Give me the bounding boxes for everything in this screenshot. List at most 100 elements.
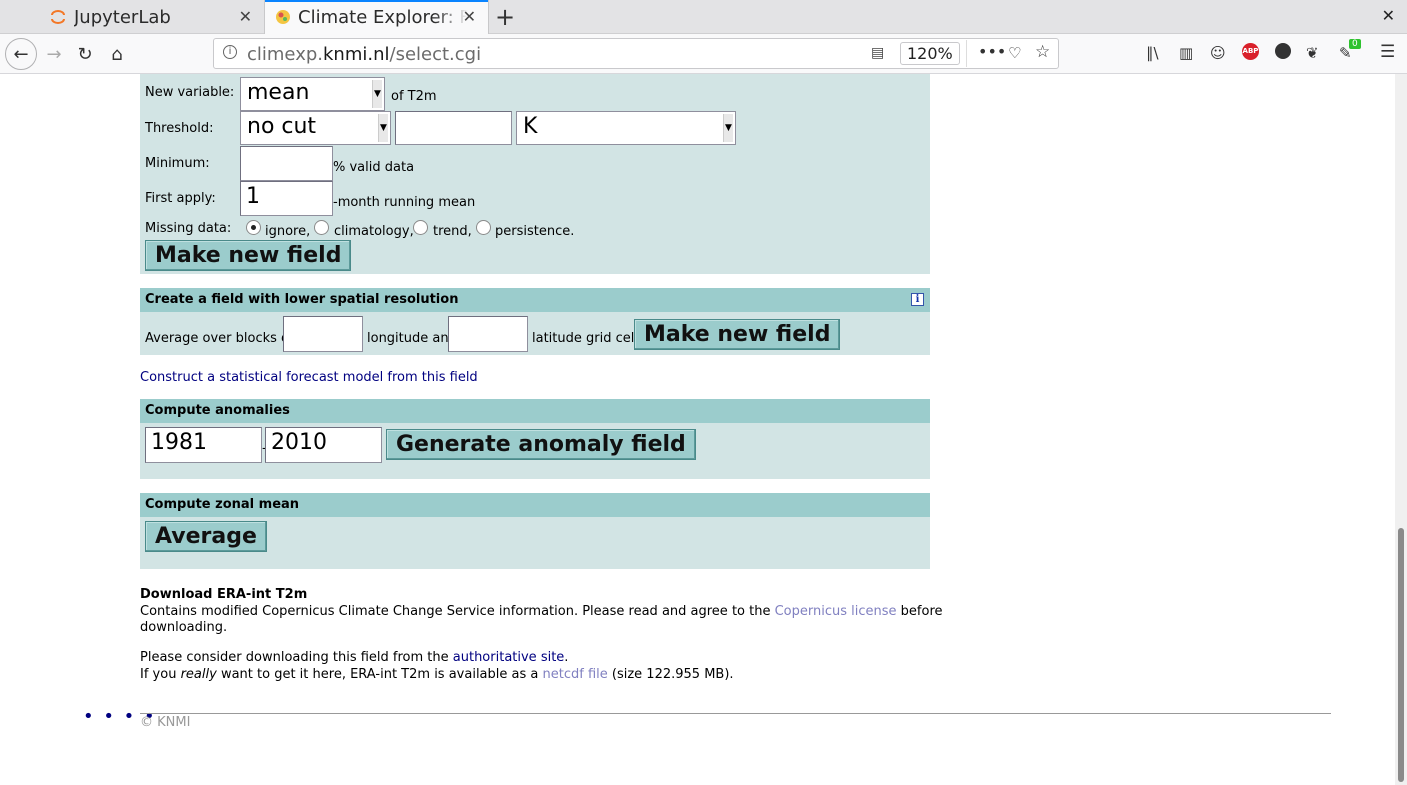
netcdf-text-a: If you bbox=[140, 667, 177, 682]
latitude-label: latitude grid cells bbox=[532, 331, 645, 346]
radio-ignore-label: ignore, bbox=[265, 224, 311, 239]
info-icon[interactable]: i bbox=[911, 293, 924, 306]
copernicus-license-link[interactable]: Copernicus license bbox=[775, 604, 897, 619]
url-text: climexp.knmi.nl/select.cgi bbox=[247, 44, 482, 65]
sidebar-icon[interactable]: ▥ bbox=[1179, 44, 1193, 62]
site-info-icon[interactable]: i bbox=[223, 45, 237, 59]
climate-explorer-icon bbox=[276, 10, 290, 24]
netcdf-file-link[interactable]: netcdf file bbox=[543, 667, 608, 682]
separator bbox=[966, 40, 967, 67]
tab-jupyterlab[interactable]: JupyterLab ✕ bbox=[40, 0, 264, 34]
new-variable-select[interactable]: mean ▼ bbox=[240, 77, 385, 111]
authoritative-text: Please consider downloading this field f… bbox=[140, 650, 568, 665]
threshold-unit-select[interactable]: K ▼ bbox=[516, 111, 736, 145]
first-apply-input[interactable]: 1 bbox=[240, 181, 333, 216]
longitude-label: longitude and bbox=[367, 331, 457, 346]
dropdown-arrow-icon: ▼ bbox=[723, 114, 733, 142]
page-content: New variable: mean ▼ of T2m Threshold: n… bbox=[0, 74, 1395, 785]
minimum-label: Minimum: bbox=[145, 156, 210, 171]
anomaly-end-year-input[interactable]: 2010 bbox=[265, 427, 382, 463]
page-actions-icon[interactable]: ••• bbox=[978, 42, 1006, 61]
download-text-line2: downloading. bbox=[140, 620, 228, 635]
lower-resolution-header: Create a field with lower spatial resolu… bbox=[140, 288, 930, 312]
tab-climate-explorer[interactable]: Climate Explorer: F ✕ bbox=[264, 0, 489, 34]
zoom-level[interactable]: 120% bbox=[900, 42, 960, 65]
radio-trend[interactable] bbox=[413, 220, 428, 235]
radio-ignore[interactable] bbox=[246, 220, 261, 235]
make-new-field-lowres-button[interactable]: Make new field bbox=[634, 319, 841, 350]
pocket-icon[interactable]: ♡ bbox=[1008, 44, 1021, 62]
window-close-icon[interactable]: ✕ bbox=[1382, 6, 1395, 25]
make-new-field-button[interactable]: Make new field bbox=[145, 240, 352, 271]
radio-climatology[interactable] bbox=[314, 220, 329, 235]
radio-persistence-label: persistence. bbox=[495, 224, 575, 239]
forward-icon[interactable]: → bbox=[40, 40, 68, 68]
download-title: Download ERA-int T2m bbox=[140, 587, 308, 602]
copernicus-text: Contains modified Copernicus Climate Cha… bbox=[140, 604, 771, 619]
jupyter-icon bbox=[51, 10, 65, 24]
anomalies-header: Compute anomalies bbox=[140, 399, 930, 423]
minimum-input[interactable] bbox=[240, 146, 333, 181]
anomalies-title: Compute anomalies bbox=[145, 403, 290, 418]
missing-data-label: Missing data: bbox=[145, 221, 232, 236]
zonal-title: Compute zonal mean bbox=[145, 497, 300, 512]
addon-paw-icon[interactable]: ❦ bbox=[1306, 44, 1319, 62]
average-blocks-label: Average over blocks of bbox=[145, 331, 294, 346]
netcdf-text-em: really bbox=[180, 667, 217, 682]
period: . bbox=[564, 650, 569, 665]
threshold-cut-value: no cut bbox=[247, 114, 317, 139]
forecast-model-link[interactable]: Construct a statistical forecast model f… bbox=[140, 370, 478, 385]
copyright: © KNMI bbox=[140, 715, 191, 730]
new-variable-label: New variable: bbox=[145, 85, 235, 100]
back-icon[interactable]: ← bbox=[5, 38, 37, 70]
dropdown-arrow-icon: ▼ bbox=[378, 114, 388, 142]
authoritative-site-link[interactable]: authoritative site bbox=[453, 650, 565, 665]
url-bar[interactable]: i climexp.knmi.nl/select.cgi ▤ 120% ••• … bbox=[213, 38, 1059, 69]
library-icon[interactable]: ∥\ bbox=[1146, 44, 1159, 62]
radio-climatology-label: climatology, bbox=[334, 224, 414, 239]
generate-anomaly-button[interactable]: Generate anomaly field bbox=[386, 429, 696, 460]
navigation-bar: ← → ↻ ⌂ i climexp.knmi.nl/select.cgi ▤ 1… bbox=[0, 34, 1407, 74]
zonal-header: Compute zonal mean bbox=[140, 493, 930, 517]
tab-label: JupyterLab bbox=[74, 6, 171, 28]
tab-label: Climate Explorer: F bbox=[298, 6, 468, 28]
threshold-label: Threshold: bbox=[145, 121, 214, 136]
lower-resolution-title: Create a field with lower spatial resolu… bbox=[145, 292, 459, 307]
addon-face-icon[interactable]: ☺ bbox=[1210, 44, 1226, 62]
new-variable-suffix: of T2m bbox=[391, 89, 437, 104]
first-apply-label: First apply: bbox=[145, 191, 216, 206]
threshold-cut-select[interactable]: no cut ▼ bbox=[240, 111, 391, 145]
reader-view-icon[interactable]: ▤ bbox=[871, 45, 884, 61]
latitude-blocks-input[interactable] bbox=[448, 316, 528, 352]
new-tab-icon[interactable]: + bbox=[495, 3, 515, 31]
average-button[interactable]: Average bbox=[145, 521, 267, 552]
radio-trend-label: trend, bbox=[433, 224, 472, 239]
new-variable-value: mean bbox=[247, 80, 310, 105]
scrollbar-thumb[interactable] bbox=[1398, 528, 1404, 782]
vertical-scrollbar[interactable] bbox=[1395, 74, 1407, 785]
close-tab-icon[interactable]: ✕ bbox=[239, 7, 252, 26]
threshold-unit-value: K bbox=[523, 114, 538, 139]
bookmark-star-icon[interactable]: ☆ bbox=[1035, 42, 1050, 62]
netcdf-text: If you really want to get it here, ERA-i… bbox=[140, 667, 734, 682]
netcdf-size: (size 122.955 MB). bbox=[611, 667, 734, 682]
menu-icon[interactable]: ☰ bbox=[1380, 42, 1395, 62]
close-tab-icon[interactable]: ✕ bbox=[463, 7, 476, 26]
footer-divider bbox=[140, 713, 1331, 714]
addon-badge-count: 0 bbox=[1349, 39, 1361, 49]
adblock-icon[interactable]: ABP bbox=[1242, 43, 1259, 60]
first-apply-suffix: -month running mean bbox=[333, 195, 476, 210]
dropdown-arrow-icon: ▼ bbox=[372, 80, 382, 108]
reload-icon[interactable]: ↻ bbox=[71, 40, 99, 68]
addon-dark-icon[interactable] bbox=[1275, 43, 1291, 59]
longitude-blocks-input[interactable] bbox=[283, 316, 363, 352]
download-text: Contains modified Copernicus Climate Cha… bbox=[140, 604, 943, 619]
anomaly-start-year-input[interactable]: 1981 bbox=[145, 427, 262, 463]
threshold-value-input[interactable] bbox=[395, 111, 512, 145]
radio-persistence[interactable] bbox=[476, 220, 491, 235]
home-icon[interactable]: ⌂ bbox=[103, 40, 131, 68]
tab-strip: JupyterLab ✕ Climate Explorer: F ✕ + ✕ bbox=[0, 0, 1407, 34]
netcdf-text-b: want to get it here, ERA-int T2m is avai… bbox=[220, 667, 539, 682]
authoritative-text-start: Please consider downloading this field f… bbox=[140, 650, 449, 665]
copernicus-text-end: before bbox=[900, 604, 943, 619]
